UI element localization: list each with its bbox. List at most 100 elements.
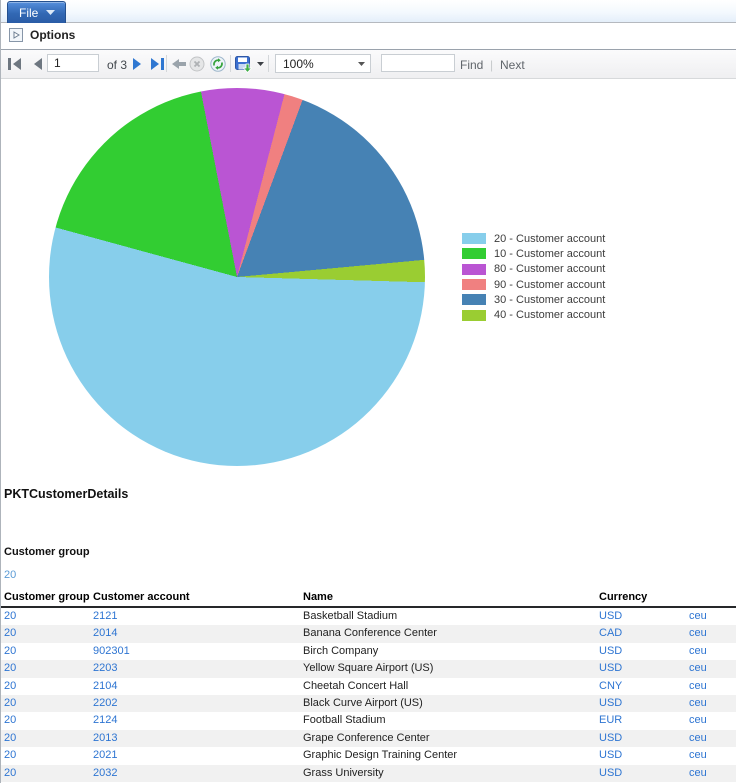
find-link[interactable]: Find: [460, 58, 483, 72]
cell-customer-account[interactable]: 2124: [93, 712, 117, 729]
column-header: Currency: [599, 591, 647, 603]
column-header: Customer group: [4, 591, 90, 603]
cell-currency[interactable]: CAD: [599, 625, 622, 642]
table-row: 20 2124 Football Stadium EUR ceu: [1, 712, 736, 729]
cell-currency[interactable]: USD: [599, 695, 622, 712]
cell-company[interactable]: ceu: [689, 765, 707, 782]
parameter-value-link[interactable]: 20: [4, 569, 16, 581]
cell-currency[interactable]: CNY: [599, 678, 622, 695]
table-row: 202203Yellow Square Airport (US)USDceu: [1, 660, 736, 677]
legend-item: 20 - Customer account: [462, 231, 605, 246]
cell-company[interactable]: ceu: [689, 730, 707, 747]
table-row: 20 2121 Basketball Stadium USD ceu: [1, 608, 736, 625]
legend-item: 40 - Customer account: [462, 307, 605, 322]
legend-swatch-icon: [462, 310, 486, 321]
legend-item: 10 - Customer account: [462, 246, 605, 261]
cell-customer-group[interactable]: 20: [4, 712, 16, 729]
pie-chart: [49, 88, 425, 466]
cell-currency[interactable]: USD: [599, 608, 622, 625]
cell-name: Black Curve Airport (US): [303, 695, 423, 712]
cell-currency[interactable]: EUR: [599, 712, 622, 729]
cell-customer-account[interactable]: 2121: [93, 608, 117, 625]
cell-customer-group[interactable]: 20: [4, 608, 16, 625]
table-body: 202121Basketball StadiumUSDceu202014Bana…: [1, 608, 736, 782]
legend-label: 10 - Customer account: [494, 248, 605, 260]
legend-label: 90 - Customer account: [494, 279, 605, 291]
find-next-separator: |: [490, 58, 493, 72]
cell-name: Basketball Stadium: [303, 608, 397, 625]
cell-customer-group[interactable]: 20: [4, 625, 16, 642]
legend-label: 40 - Customer account: [494, 309, 605, 321]
cell-customer-account[interactable]: 2104: [93, 678, 117, 695]
first-page-icon[interactable]: [8, 58, 22, 70]
zoom-caret-icon: [358, 62, 365, 66]
cell-customer-group[interactable]: 20: [4, 660, 16, 677]
options-button[interactable]: Options: [9, 28, 75, 42]
legend-item: 30 - Customer account: [462, 292, 605, 307]
parameter-label: Customer group: [4, 546, 90, 558]
previous-page-icon[interactable]: [33, 58, 43, 70]
legend-label: 20 - Customer account: [494, 233, 605, 245]
options-icon: [9, 28, 23, 42]
cell-name: Grass University: [303, 765, 384, 782]
legend-label: 30 - Customer account: [494, 294, 605, 306]
cell-currency[interactable]: USD: [599, 660, 622, 677]
legend-label: 80 - Customer account: [494, 263, 605, 275]
cell-name: Cheetah Concert Hall: [303, 678, 408, 695]
table-row: 202014Banana Conference CenterCADceu: [1, 625, 736, 642]
cell-company[interactable]: ceu: [689, 625, 707, 642]
cell-currency[interactable]: USD: [599, 643, 622, 660]
cell-customer-account[interactable]: 2013: [93, 730, 117, 747]
report-page: 20 - Customer account 10 - Customer accou…: [1, 79, 736, 783]
options-bar: Options: [1, 23, 736, 50]
report-toolbar: of 3: [1, 50, 736, 79]
cell-customer-account[interactable]: 2021: [93, 747, 117, 764]
page-number-input[interactable]: [47, 54, 99, 72]
table-row: 20 2104 Cheetah Concert Hall CNY ceu: [1, 678, 736, 695]
file-menu-caret-icon: [46, 10, 55, 15]
stop-icon[interactable]: [189, 56, 205, 72]
zoom-select[interactable]: 100%: [275, 54, 371, 73]
export-dropdown-caret-icon[interactable]: [257, 62, 264, 66]
chart-legend: 20 - Customer account 10 - Customer accou…: [462, 231, 605, 323]
cell-customer-group[interactable]: 20: [4, 765, 16, 782]
file-menu-button[interactable]: File: [7, 1, 66, 23]
cell-customer-group[interactable]: 20: [4, 730, 16, 747]
refresh-icon[interactable]: [210, 56, 226, 72]
cell-customer-account[interactable]: 902301: [93, 643, 130, 660]
back-icon[interactable]: [172, 58, 186, 70]
table-header: Customer groupCustomer accountNameCurren…: [1, 591, 736, 608]
cell-customer-account[interactable]: 2202: [93, 695, 117, 712]
cell-name: Graphic Design Training Center: [303, 747, 457, 764]
table-row: 20 2021 Graphic Design Training Center USD c…: [1, 747, 736, 764]
cell-customer-group[interactable]: 20: [4, 678, 16, 695]
cell-currency[interactable]: USD: [599, 747, 622, 764]
last-page-icon[interactable]: [150, 58, 164, 70]
cell-customer-group[interactable]: 20: [4, 695, 16, 712]
cell-customer-group[interactable]: 20: [4, 747, 16, 764]
cell-name: Football Stadium: [303, 712, 386, 729]
cell-company[interactable]: ceu: [689, 678, 707, 695]
next-link[interactable]: Next: [500, 58, 525, 72]
cell-company[interactable]: ceu: [689, 695, 707, 712]
table-row: 20902301Birch CompanyUSDceu: [1, 643, 736, 660]
cell-company[interactable]: ceu: [689, 747, 707, 764]
cell-currency[interactable]: USD: [599, 730, 622, 747]
search-input[interactable]: [381, 54, 455, 72]
next-page-icon[interactable]: [132, 58, 142, 70]
cell-company[interactable]: ceu: [689, 608, 707, 625]
cell-customer-group[interactable]: 20: [4, 643, 16, 660]
cell-customer-account[interactable]: 2014: [93, 625, 117, 642]
cell-customer-account[interactable]: 2032: [93, 765, 117, 782]
file-menu-bar: File: [1, 0, 736, 23]
file-menu-label: File: [8, 6, 38, 20]
cell-company[interactable]: ceu: [689, 712, 707, 729]
table-row: 20 2202 Black Curve Airport (US) USD ceu: [1, 695, 736, 712]
cell-customer-account[interactable]: 2203: [93, 660, 117, 677]
cell-currency[interactable]: USD: [599, 765, 622, 782]
column-header: Customer account: [93, 591, 190, 603]
table-row: 202013Grape Conference CenterUSDceu: [1, 730, 736, 747]
export-save-icon[interactable]: [235, 56, 254, 73]
cell-company[interactable]: ceu: [689, 643, 707, 660]
cell-company[interactable]: ceu: [689, 660, 707, 677]
